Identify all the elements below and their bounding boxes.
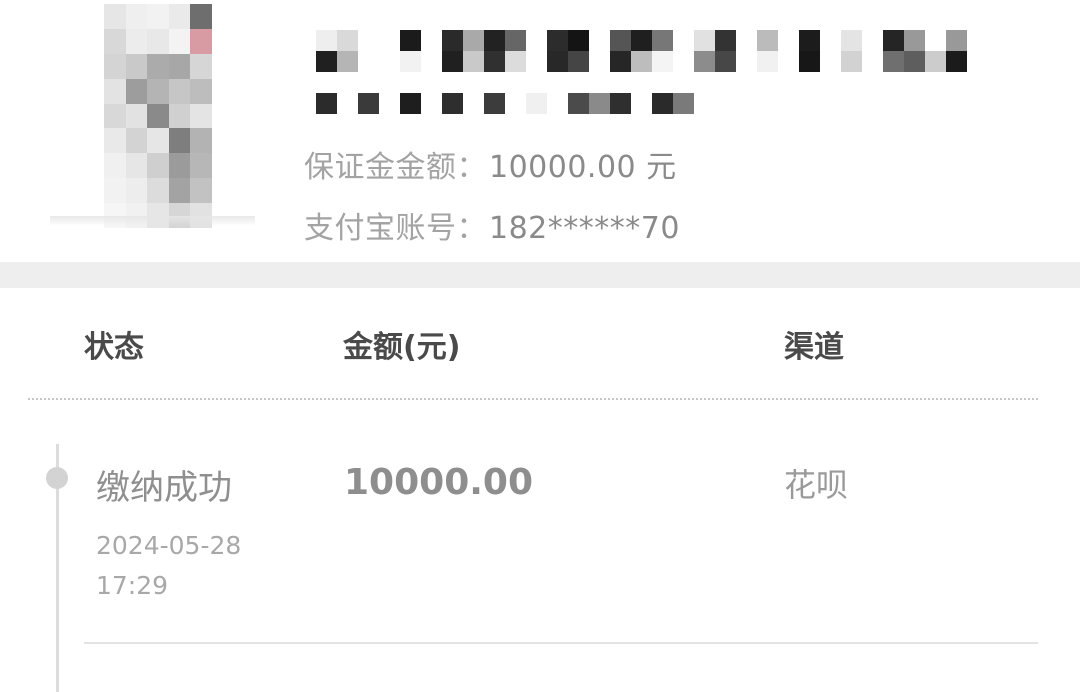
deposit-amount-label: 保证金金额：	[304, 150, 487, 185]
product-title-redacted	[316, 30, 967, 74]
header-channel: 渠道	[784, 330, 844, 365]
thumbnail-shadow	[50, 216, 255, 226]
row-datetime: 2024-05-28 17:29	[96, 526, 241, 606]
alipay-account-value: 182******70	[489, 211, 680, 246]
timeline-dot-icon	[46, 467, 68, 489]
header-amount: 金额(元)	[343, 330, 461, 365]
pixelated-image	[104, 4, 212, 229]
row-channel: 花呗	[784, 466, 849, 504]
product-subtitle-redacted	[316, 93, 694, 114]
header-divider	[28, 398, 1038, 400]
order-header: 保证金金额：10000.00 元 支付宝账号：182******70	[0, 0, 1080, 262]
row-amount: 10000.00	[344, 462, 534, 503]
row-time: 17:29	[96, 571, 169, 600]
deposit-amount-line: 保证金金额：10000.00 元	[304, 142, 677, 186]
deposit-amount-value: 10000.00 元	[489, 150, 677, 185]
alipay-account-label: 支付宝账号：	[304, 211, 487, 246]
header-status: 状态	[84, 330, 144, 365]
row-date: 2024-05-28	[96, 531, 242, 560]
product-thumbnail[interactable]	[50, 4, 255, 236]
section-separator	[0, 262, 1080, 288]
row-divider	[84, 642, 1038, 644]
row-status: 缴纳成功	[96, 468, 232, 508]
alipay-account-line: 支付宝账号：182******70	[304, 203, 680, 247]
record-table-header: 状态 金额(元) 渠道	[0, 322, 1080, 372]
